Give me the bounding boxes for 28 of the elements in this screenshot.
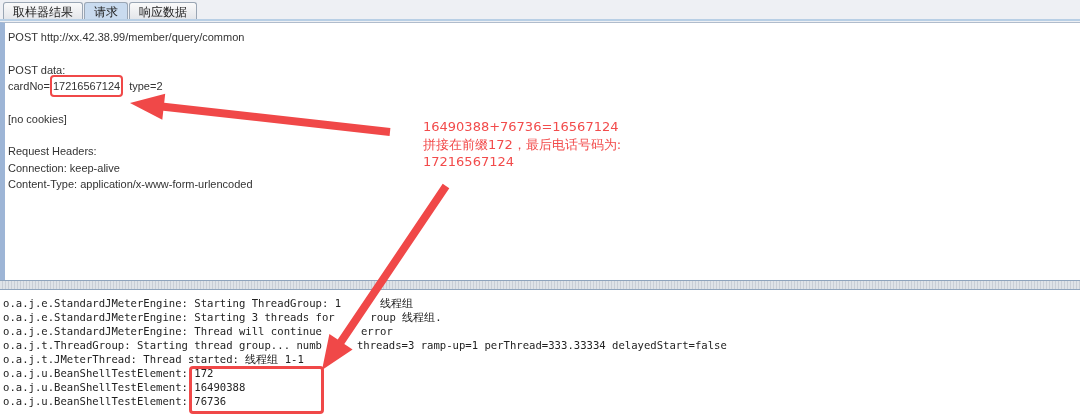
log-text: roup 线程组. [370,310,442,324]
annotation-text: 17216567124 [423,153,515,171]
log-text: error [360,324,393,338]
request-text: cardNo= [8,79,50,94]
annotation-text: 16490388+76736=16567124 [423,118,620,136]
log-text: o.a.j.u.BeanShellTestElement: 76736 [3,394,227,408]
splitter-handle[interactable] [0,280,1080,290]
log-text: threads=3 ramp-up=1 perThread=333.33334 delayedStart=false [356,338,727,352]
log-text: o.a.j.e.StandardJMeterEngine: Starting ThreadGroup: 1 [3,296,342,310]
request-text: Request Headers: [8,144,97,159]
log-text: o.a.j.t.ThreadGroup: Starting thread group... numb [3,338,322,352]
request-text: POST http://xx.42.38.99/member/query/common [8,30,245,45]
tab[interactable]: 响应数据 [129,2,197,19]
log-text: o.a.j.u.BeanShellTestElement: 16490388 [3,380,246,394]
log-text: o.a.j.t.JMeterThread: Thread started: 线程组 1-1 [3,352,304,366]
highlighted-value: 17216567124 [49,75,124,98]
request-text: type=2 [129,79,163,94]
request-text: [no cookies] [8,111,67,126]
tab[interactable]: 取样器结果 [3,2,83,19]
log-text: 线程组 [379,296,413,310]
tab[interactable]: 请求 [84,2,128,19]
log-text: o.a.j.e.StandardJMeterEngine: Starting 3 threads for [3,310,335,324]
request-text: Content-Type: application/x-www-form-urlencoded [8,176,253,191]
request-text: POST data: [8,62,66,77]
annotation-text: 拼接在前缀172，最后电话号码为: [423,135,622,153]
log-text: o.a.j.e.StandardJMeterEngine: Thread will continue [3,324,322,338]
request-text: Connection: keep-alive [8,160,120,175]
log-text: o.a.j.u.BeanShellTestElement: 172 [3,366,214,380]
